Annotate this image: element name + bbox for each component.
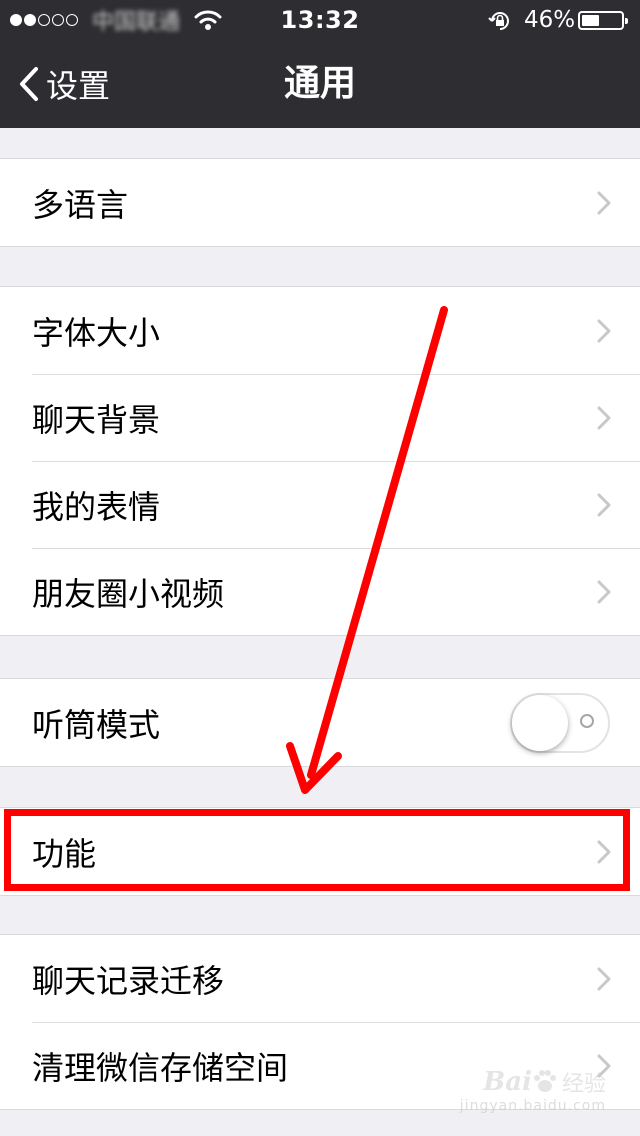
settings-row-chat-background[interactable]: 聊天背景	[0, 374, 640, 461]
row-label: 听筒模式	[32, 705, 161, 744]
chevron-right-icon	[597, 191, 611, 214]
baidu-watermark: Bai 经验	[483, 1066, 606, 1098]
status-bar: 中国联通 13:32 46%	[0, 0, 640, 40]
chevron-right-icon	[597, 319, 611, 342]
navigation-bar: 设置 通用	[0, 40, 640, 128]
chevron-right-icon	[597, 493, 611, 516]
row-label: 聊天背景	[32, 400, 161, 439]
row-label: 功能	[32, 834, 97, 873]
row-label: 聊天记录迁移	[32, 961, 225, 1000]
settings-group-language: 多语言	[0, 158, 640, 247]
toggle-off-indicator	[580, 713, 594, 728]
battery-percent: 46%	[524, 7, 576, 33]
row-label: 朋友圈小视频	[32, 574, 225, 613]
battery-icon	[578, 11, 628, 30]
row-label: 字体大小	[32, 313, 161, 352]
watermark-brand-cn: 经验	[561, 1072, 606, 1097]
settings-group-display: 字体大小 聊天背景 我的表情 朋友圈小视频	[0, 286, 640, 636]
chevron-right-icon	[597, 840, 611, 863]
paw-icon	[533, 1070, 556, 1092]
settings-row-language[interactable]: 多语言	[0, 159, 640, 246]
chevron-right-icon	[597, 406, 611, 429]
settings-row-features[interactable]: 功能	[0, 808, 640, 895]
rotation-lock-icon	[488, 9, 512, 37]
chevron-right-icon	[597, 580, 611, 603]
settings-group-features: 功能	[0, 807, 640, 896]
watermark-brand: Bai	[483, 1067, 532, 1097]
settings-group-earpiece: 听筒模式	[0, 678, 640, 767]
page-title: 通用	[283, 63, 356, 104]
row-label: 我的表情	[32, 487, 161, 526]
settings-row-earpiece-mode: 听筒模式	[0, 679, 640, 766]
settings-row-moments-video[interactable]: 朋友圈小视频	[0, 548, 640, 635]
chevron-right-icon	[597, 967, 611, 990]
settings-row-chat-migration[interactable]: 聊天记录迁移	[0, 935, 640, 1022]
toggle-knob	[512, 694, 568, 751]
top-bar: 中国联通 13:32 46% 设置 通用	[0, 0, 640, 128]
earpiece-mode-toggle[interactable]	[510, 692, 610, 753]
row-label: 多语言	[32, 185, 129, 224]
settings-row-font-size[interactable]: 字体大小	[0, 287, 640, 374]
row-label: 清理微信存储空间	[32, 1048, 289, 1087]
settings-row-my-stickers[interactable]: 我的表情	[0, 461, 640, 548]
watermark-url: jingyan.baidu.com	[459, 1098, 606, 1114]
